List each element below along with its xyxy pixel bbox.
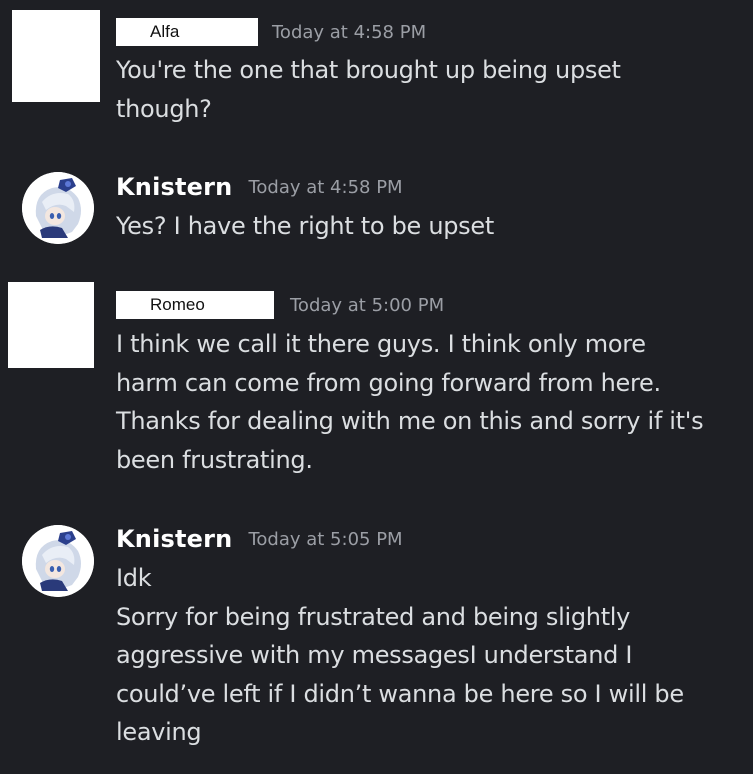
message-content: You're the one that brought up being ups… — [116, 51, 621, 128]
redacted-username[interactable]: Alfa — [116, 18, 258, 46]
message-timestamp[interactable]: Today at 4:58 PM — [248, 177, 402, 198]
anime-character-avatar-icon — [22, 172, 94, 244]
anime-character-avatar-icon — [22, 525, 94, 597]
redacted-avatar[interactable] — [12, 10, 100, 102]
message-line: could’ve left if I didn’t wanna be here … — [116, 679, 684, 708]
message-timestamp[interactable]: Today at 5:00 PM — [290, 295, 444, 316]
message-line: harm can come from going forward from he… — [116, 368, 661, 397]
message-content: Yes? I have the right to be upset — [116, 207, 494, 246]
redacted-avatar[interactable] — [8, 282, 94, 368]
message-timestamp[interactable]: Today at 5:05 PM — [248, 529, 402, 550]
message-timestamp[interactable]: Today at 4:58 PM — [272, 22, 426, 43]
username[interactable]: Knistern — [116, 173, 232, 201]
message-line: Yes? I have the right to be upset — [116, 212, 494, 240]
message-header: Knistern Today at 5:05 PM — [116, 523, 403, 555]
user-avatar[interactable] — [22, 525, 94, 597]
message-line: Idk — [116, 564, 152, 592]
message-line: been frustrating. — [116, 445, 313, 474]
user-avatar[interactable] — [22, 172, 94, 244]
message-header: Knistern Today at 4:58 PM — [116, 171, 403, 203]
chat-log: Alfa Today at 4:58 PM You're the one tha… — [0, 0, 753, 774]
message-line: Sorry for being frustrated and being sli… — [116, 602, 631, 631]
username[interactable]: Knistern — [116, 525, 232, 553]
message-line: leaving — [116, 718, 202, 746]
message-content: I think we call it there guys. I think o… — [116, 325, 704, 479]
message-line: aggressive with my messagesI understand … — [116, 641, 633, 669]
message-header: Alfa Today at 4:58 PM — [116, 16, 426, 48]
message-line: I think we call it there guys. I think o… — [116, 330, 646, 358]
message-line: You're the one that brought up being ups… — [116, 56, 621, 84]
message-header: Romeo Today at 5:00 PM — [116, 289, 444, 321]
message-line: though? — [116, 94, 212, 123]
message-content: Idk Sorry for being frustrated and being… — [116, 559, 684, 752]
message-line: Thanks for dealing with me on this and s… — [116, 407, 704, 435]
redacted-username[interactable]: Romeo — [116, 291, 274, 319]
